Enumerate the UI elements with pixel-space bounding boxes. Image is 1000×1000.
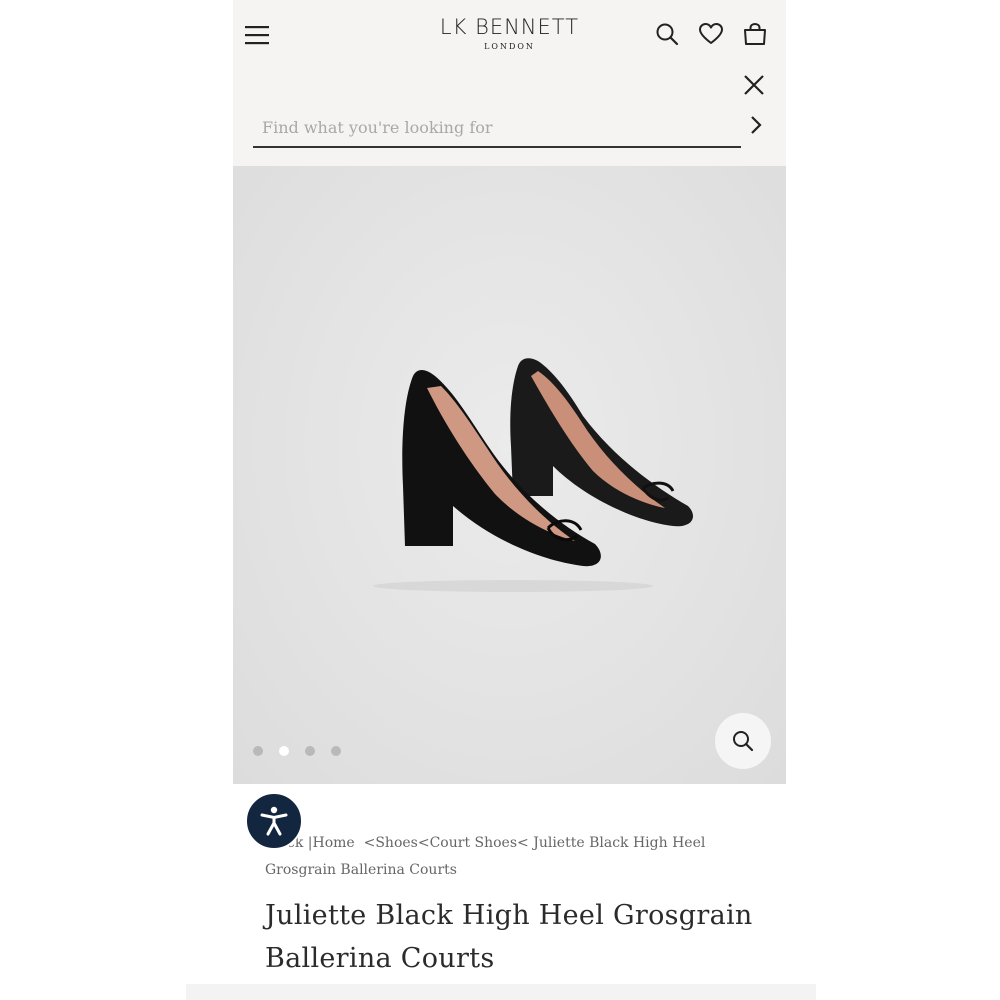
close-icon — [744, 75, 764, 95]
product-gallery[interactable] — [233, 166, 786, 784]
wishlist-button[interactable] — [695, 20, 727, 48]
close-search-button[interactable] — [739, 70, 769, 100]
product-title: Juliette Black High Heel Grosgrain Balle… — [265, 900, 753, 974]
search-input[interactable] — [253, 108, 741, 148]
search-button[interactable] — [651, 20, 683, 48]
bag-button[interactable] — [739, 20, 771, 48]
product-image — [373, 358, 693, 592]
chevron-right-icon — [751, 116, 762, 134]
site-header: LK BENNETT LONDON — [233, 0, 786, 166]
gallery-dot[interactable] — [331, 746, 341, 756]
zoom-icon — [733, 731, 754, 752]
heart-icon — [699, 23, 723, 44]
gallery-dot[interactable] — [305, 746, 315, 756]
shopping-bag-icon — [744, 22, 766, 45]
search-submit-button[interactable] — [741, 110, 771, 140]
gallery-dot[interactable] — [253, 746, 263, 756]
gallery-pagination — [253, 746, 341, 756]
bottom-bar — [186, 984, 816, 1000]
breadcrumb-shoes[interactable]: Shoes — [375, 835, 418, 851]
breadcrumb-court-shoes[interactable]: Court Shoes — [430, 835, 517, 851]
gallery-dot-active[interactable] — [279, 746, 289, 756]
accessibility-icon — [260, 806, 288, 836]
mobile-viewport: LK BENNETT LONDON Find what you're looki… — [233, 0, 786, 1000]
accessibility-button[interactable] — [245, 792, 303, 850]
zoom-button[interactable] — [715, 713, 771, 769]
search-icon — [656, 23, 679, 46]
breadcrumb: ck |Home <Shoes<Court Shoes< Juliette Bl… — [265, 835, 706, 878]
breadcrumb-home[interactable]: Home — [313, 835, 355, 851]
